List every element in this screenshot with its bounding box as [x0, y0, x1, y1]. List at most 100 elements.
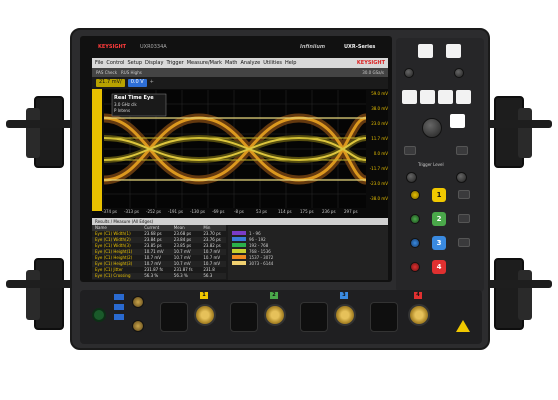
channel-2-button[interactable]: 2 — [432, 212, 446, 226]
legend-swatch — [232, 255, 246, 259]
acq-mode-button[interactable]: RUS Highs — [121, 70, 142, 75]
channel-3-knob[interactable] — [410, 238, 420, 248]
x-tick-label: 297 ps — [344, 209, 358, 214]
legend-swatch — [232, 249, 246, 253]
infiniium-logo: Infiniium — [300, 44, 326, 50]
trigger-level-knob[interactable] — [406, 172, 417, 183]
channel-1-label: 1 — [200, 292, 208, 299]
legend-row: 3073 - 6144 — [228, 260, 388, 266]
auto-scale-button[interactable] — [420, 90, 435, 104]
channel-2-input[interactable] — [264, 304, 286, 326]
legend-swatch — [232, 243, 246, 247]
pattern-lock-button[interactable]: PAS Check — [96, 70, 117, 75]
menu-trigger[interactable]: Trigger — [166, 60, 183, 66]
channel-4-label: 4 — [414, 292, 422, 299]
channel-2-knob[interactable] — [410, 214, 420, 224]
y-tick-label: -23.0 mV — [369, 181, 388, 186]
handle-bar — [480, 120, 552, 128]
legend-swatch — [232, 237, 246, 241]
probe-slot — [300, 302, 328, 332]
channel-2-label: 2 — [270, 292, 278, 299]
menu-measure[interactable]: Measure/Mark — [187, 60, 222, 66]
usb-port[interactable] — [114, 314, 124, 320]
single-button[interactable] — [446, 44, 461, 58]
channel-3-label: 3 — [340, 292, 348, 299]
front-control-panel: Trigger Level 1 2 3 4 — [396, 38, 484, 292]
menu-help[interactable]: Help — [285, 60, 296, 66]
eye-diagram: Real Time Eye 3.0 GHz clk P Intens — [99, 90, 371, 208]
ref-button[interactable] — [458, 214, 470, 223]
menu-analyze[interactable]: Analyze — [240, 60, 260, 66]
x-tick-label: -374 ps — [102, 209, 117, 214]
horizontal-knob[interactable] — [404, 68, 414, 78]
soft-button[interactable] — [404, 146, 416, 155]
usb-port[interactable] — [114, 294, 124, 300]
model-number: UXR0334A — [140, 44, 167, 50]
annotation-title: Real Time Eye — [114, 95, 154, 101]
channel-4-knob[interactable] — [410, 262, 420, 272]
menu-control[interactable]: Control — [106, 60, 124, 66]
run-stop-button[interactable] — [418, 44, 433, 58]
position-knob[interactable] — [422, 118, 442, 138]
menu-setup[interactable]: Setup — [127, 60, 142, 66]
x-tick-label: 114 ps — [278, 209, 292, 214]
channel-1-knob[interactable] — [410, 190, 420, 200]
menu-bar: File Control Setup Display Trigger Measu… — [92, 58, 388, 68]
channel-4-button[interactable]: 4 — [432, 260, 446, 274]
channel-1-button[interactable]: 1 — [432, 188, 446, 202]
probe-slot — [230, 302, 258, 332]
trigger-knob[interactable] — [456, 172, 467, 183]
legend-swatch — [232, 231, 246, 235]
x-tick-label: 236 ps — [322, 209, 336, 214]
channel-1-input[interactable] — [194, 304, 216, 326]
channel-offset[interactable]: 0.0 V — [127, 79, 147, 87]
trigger-level-label: Trigger Level — [418, 162, 444, 167]
math-button[interactable] — [458, 190, 470, 199]
zoom-button[interactable] — [438, 90, 453, 104]
warning-icon — [456, 320, 470, 332]
cal-connector[interactable] — [132, 320, 144, 332]
x-tick-label: -313 ps — [124, 209, 139, 214]
annotation-line1: 3.0 GHz clk — [114, 102, 137, 107]
aux-connector[interactable] — [132, 296, 144, 308]
menu-math[interactable]: Math — [225, 60, 238, 66]
probe-slot — [160, 302, 188, 332]
digital-button[interactable] — [458, 238, 470, 247]
touch-button[interactable] — [450, 114, 465, 128]
y-tick-label: 59.0 mV — [371, 91, 388, 96]
menu-utilities[interactable]: Utilities — [263, 60, 282, 66]
menu-file[interactable]: File — [95, 60, 103, 66]
handle-bar — [480, 280, 552, 288]
input-connector-strip: 1 2 3 4 — [80, 290, 482, 344]
x-tick-label: -191 ps — [168, 209, 183, 214]
eye-diagram-svg — [99, 90, 371, 208]
y-tick-label: -38.0 mV — [369, 196, 388, 201]
rack-handle-right-top — [494, 96, 532, 168]
keysight-screen-logo: KEYSIGHT — [356, 60, 385, 66]
channel-3-button[interactable]: 3 — [432, 236, 446, 250]
rack-handle-left-top — [26, 96, 64, 168]
series-label: UXR-Series — [344, 44, 376, 50]
channel-1-scale[interactable]: 21.7 mV/ — [96, 79, 125, 87]
rack-handle-left-bottom — [26, 258, 64, 330]
channel-3-input[interactable] — [334, 304, 356, 326]
toolbar: PAS Check RUS Highs 30.0 GSa/s — [92, 68, 388, 77]
x-tick-label: 175 ps — [300, 209, 314, 214]
power-button[interactable] — [92, 308, 106, 322]
handle-bar — [6, 120, 78, 128]
add-icon[interactable]: + — [150, 79, 154, 87]
undo-button[interactable] — [456, 90, 471, 104]
y-tick-label: -11.7 mV — [369, 166, 388, 171]
usb-port[interactable] — [114, 304, 124, 310]
table-row[interactable]: Eye (C1) Crossing 56.3 % 56.3 % 56.3 — [92, 273, 226, 279]
channel-sidebar — [92, 89, 102, 211]
soft-button[interactable] — [456, 146, 468, 155]
channel-4-input[interactable] — [408, 304, 430, 326]
horizontal-position-knob[interactable] — [454, 68, 464, 78]
x-tick-label: -69 ps — [212, 209, 225, 214]
y-tick-label: 0.0 mV — [373, 151, 388, 156]
default-setup-button[interactable] — [402, 90, 417, 104]
keysight-logo: KEYSIGHT — [98, 44, 127, 50]
x-tick-label: -252 ps — [146, 209, 161, 214]
menu-display[interactable]: Display — [145, 60, 163, 66]
